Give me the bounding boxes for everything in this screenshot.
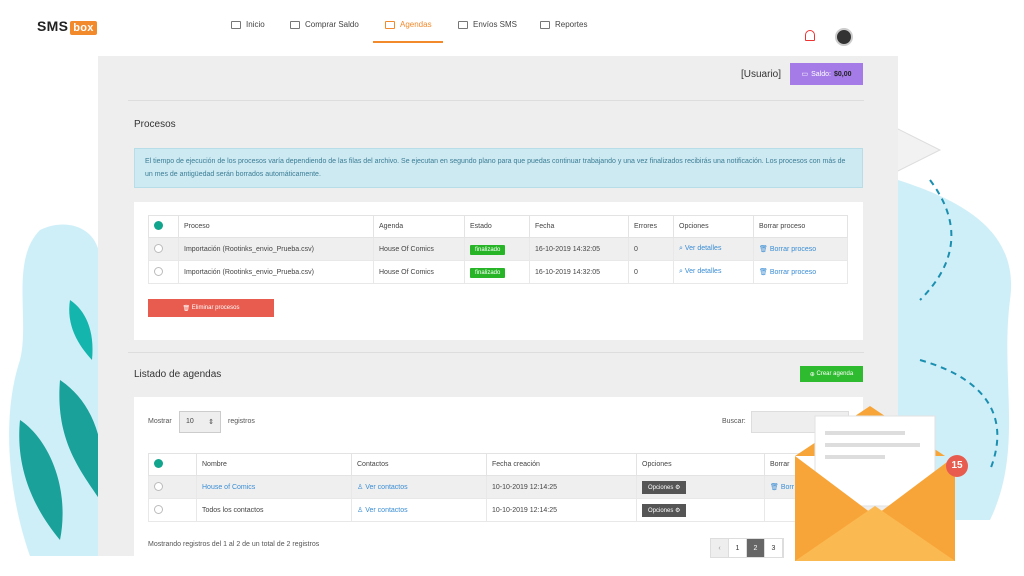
- blue-blob-left: [9, 224, 101, 556]
- select-all-checkbox[interactable]: [154, 459, 163, 468]
- select-all-checkbox[interactable]: [154, 221, 163, 230]
- nav-item-comprar-saldo[interactable]: Comprar Saldo: [290, 20, 359, 29]
- top-navbar: [98, 12, 898, 56]
- view-details-link[interactable]: ⌕ Ver detalles: [673, 237, 754, 261]
- active-tab-indicator: [373, 41, 443, 43]
- page-1-button[interactable]: 1: [729, 539, 747, 557]
- column-header[interactable]: Opciones: [673, 215, 754, 238]
- dashed-line: [919, 179, 999, 471]
- column-header[interactable]: Fecha: [529, 215, 629, 238]
- row-radio[interactable]: [154, 266, 163, 276]
- column-header[interactable]: Agenda: [373, 215, 465, 238]
- bell-icon[interactable]: [805, 30, 815, 41]
- table-row: Importación (Rootinks_envio_Prueba.csv) …: [148, 237, 848, 261]
- cloud-icon: [231, 20, 241, 29]
- leaf-left: [59, 380, 103, 500]
- page-3-button[interactable]: 3: [765, 539, 783, 557]
- leaf-left-2: [19, 420, 63, 540]
- section-title-agendas: Listado de agendas: [134, 369, 222, 380]
- delete-process-link[interactable]: 🗑 Borrar proceso: [753, 237, 848, 261]
- status-badge: finalizado: [470, 267, 506, 278]
- nav-item-reportes[interactable]: Reportes: [540, 20, 587, 29]
- column-header[interactable]: Borrar: [764, 453, 848, 476]
- row-radio[interactable]: [154, 243, 163, 253]
- avatar[interactable]: [835, 28, 853, 46]
- book-icon: [385, 20, 395, 29]
- column-header[interactable]: Errores: [628, 215, 674, 238]
- column-header[interactable]: Contactos: [351, 453, 487, 476]
- nav-item-envios-sms[interactable]: Envíos SMS: [458, 20, 517, 29]
- page-size-select[interactable]: 10 ⇕: [179, 411, 221, 433]
- brand-logo[interactable]: SMS box: [37, 18, 97, 35]
- table-row: House of Comics ♙ Ver contactos 10-10-20…: [148, 475, 848, 499]
- view-contacts-link[interactable]: ♙ Ver contactos: [351, 498, 487, 522]
- username-label: [Usuario]: [741, 69, 782, 80]
- delete-agenda-link[interactable]: 🗑 Borr: [764, 475, 848, 499]
- pagination: ‹ 1 2 3: [710, 538, 784, 558]
- column-header[interactable]: Fecha creación: [486, 453, 637, 476]
- column-header[interactable]: Estado: [464, 215, 530, 238]
- row-radio[interactable]: [154, 481, 163, 491]
- prev-page-button[interactable]: ‹: [711, 539, 729, 557]
- agendas-table: Nombre Contactos Fecha creación Opciones…: [148, 453, 848, 522]
- wallet-icon: ▭: [801, 71, 809, 78]
- page-2-button[interactable]: 2: [747, 539, 765, 557]
- nav-item-agendas[interactable]: Agendas: [385, 20, 432, 29]
- procesos-table: Proceso Agenda Estado Fecha Errores Opci…: [148, 215, 848, 284]
- options-button[interactable]: Opciones ⚙: [642, 503, 687, 517]
- table-footer-info: Mostrando registros del 1 al 2 de un tot…: [148, 541, 320, 548]
- info-alert: El tiempo de ejecución de los procesos v…: [134, 148, 863, 188]
- search-input[interactable]: [751, 411, 849, 433]
- view-contacts-link[interactable]: ♙ Ver contactos: [351, 475, 487, 499]
- balance-button[interactable]: ▭ Saldo: $0,00: [790, 63, 863, 85]
- divider: [128, 352, 864, 353]
- status-badge: finalizado: [470, 244, 506, 255]
- create-agenda-button[interactable]: ⊕ Crear agenda: [800, 366, 863, 382]
- leaf-left-3: [69, 300, 93, 360]
- options-button[interactable]: Opciones ⚙: [642, 480, 687, 494]
- select-arrow-icon: ⇕: [208, 419, 214, 426]
- message-icon: [458, 20, 468, 29]
- agenda-name-link[interactable]: House of Comics: [196, 475, 352, 499]
- row-radio[interactable]: [154, 504, 163, 514]
- delete-process-link[interactable]: 🗑 Borrar proceso: [753, 260, 848, 284]
- table-row: Importación (Rootinks_envio_Prueba.csv) …: [148, 260, 848, 284]
- card-icon: [290, 20, 300, 29]
- nav-item-inicio[interactable]: Inicio: [231, 20, 265, 29]
- show-label: Mostrar: [148, 418, 172, 425]
- records-label: registros: [228, 418, 255, 425]
- notification-badge: 15: [951, 460, 963, 471]
- column-header[interactable]: Borrar proceso: [753, 215, 848, 238]
- column-header[interactable]: Proceso: [178, 215, 374, 238]
- divider: [128, 100, 864, 101]
- table-row: Todos los contactos ♙ Ver contactos 10-1…: [148, 498, 848, 522]
- chart-icon: [540, 20, 550, 29]
- delete-processes-button[interactable]: 🗑 Eliminar procesos: [148, 299, 274, 317]
- column-header[interactable]: Opciones: [636, 453, 765, 476]
- view-details-link[interactable]: ⌕ Ver detalles: [673, 260, 754, 284]
- search-label: Buscar:: [722, 418, 746, 425]
- section-title-procesos: Procesos: [134, 119, 176, 130]
- column-header[interactable]: Nombre: [196, 453, 352, 476]
